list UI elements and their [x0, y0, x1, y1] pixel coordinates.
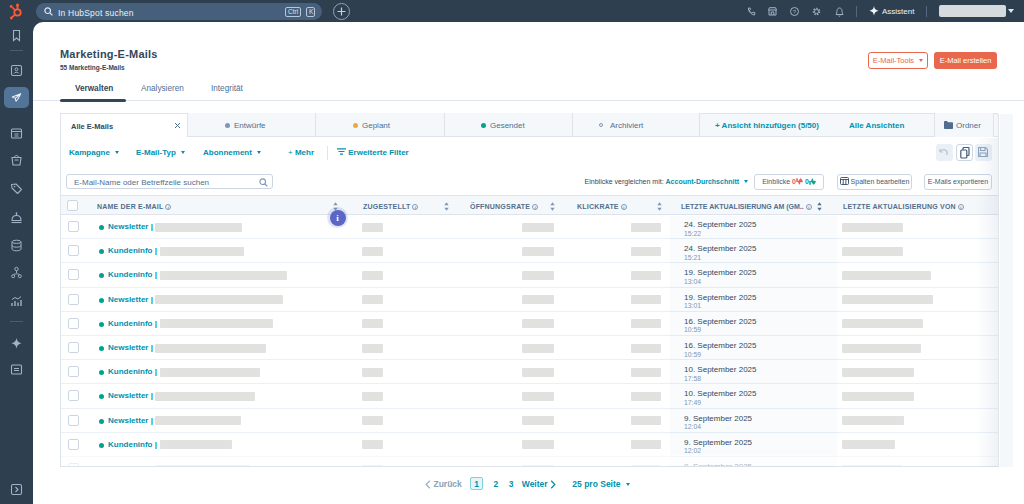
svg-text:?: ?: [793, 9, 797, 15]
